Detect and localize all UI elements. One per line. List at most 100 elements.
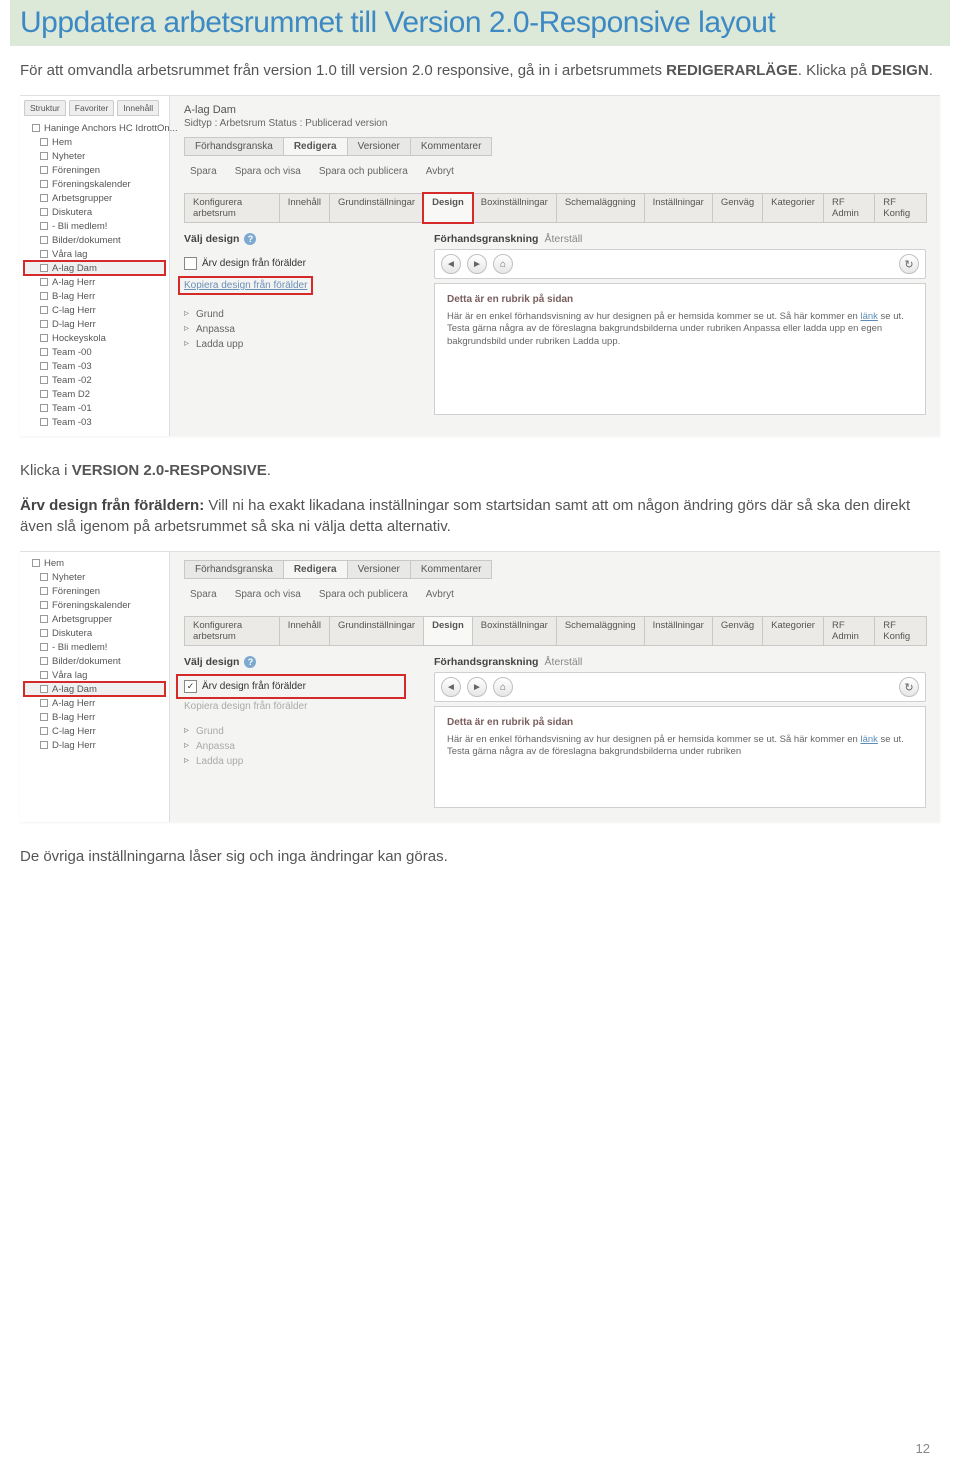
tree-item[interactable]: Våra lag: [24, 247, 165, 261]
save-show-button[interactable]: Spara och visa: [235, 166, 301, 177]
stab-rfkonfig[interactable]: RF Konfig: [874, 616, 927, 646]
tree-item[interactable]: Hem: [24, 135, 165, 149]
tree-tab-favoriter[interactable]: Favoriter: [69, 100, 115, 116]
preview-link[interactable]: länk: [860, 734, 877, 745]
help-icon[interactable]: ?: [244, 233, 256, 245]
stab-design[interactable]: Design: [423, 616, 473, 646]
home-icon[interactable]: ⌂: [493, 677, 513, 697]
tree-tab-struktur[interactable]: Struktur: [24, 100, 66, 116]
back-icon[interactable]: ◄: [441, 677, 461, 697]
tree-tab-innehall[interactable]: Innehåll: [117, 100, 159, 116]
tree-item[interactable]: Hockeyskola: [24, 331, 165, 345]
cancel-button[interactable]: Avbryt: [426, 166, 454, 177]
tab-kommentarer[interactable]: Kommentarer: [410, 560, 493, 579]
stab-innehall[interactable]: Innehåll: [279, 616, 330, 646]
tab-redigera[interactable]: Redigera: [283, 137, 348, 156]
stab-rfkonfig[interactable]: RF Konfig: [874, 193, 927, 223]
tree-item[interactable]: Bilder/dokument: [24, 233, 165, 247]
stab-kategorier[interactable]: Kategorier: [762, 193, 824, 223]
tree-item-selected[interactable]: A-lag Dam: [24, 261, 165, 275]
tree-item[interactable]: Team -02: [24, 373, 165, 387]
row-laddaupp[interactable]: Ladda upp: [184, 337, 404, 352]
tree-item[interactable]: Föreningskalender: [24, 598, 165, 612]
stab-design[interactable]: Design: [423, 193, 473, 223]
copy-design-link[interactable]: Kopiera design från förälder: [180, 278, 311, 293]
help-icon[interactable]: ?: [244, 656, 256, 668]
row-anpassa: Anpassa: [184, 739, 404, 754]
tree-item[interactable]: Nyheter: [24, 570, 165, 584]
back-icon[interactable]: ◄: [441, 254, 461, 274]
tree-root[interactable]: Haninge Anchors HC IdrottOn...: [24, 121, 165, 135]
tree-item[interactable]: Hem: [24, 556, 165, 570]
stab-install[interactable]: Inställningar: [644, 193, 713, 223]
tree-item[interactable]: A-lag Herr: [24, 275, 165, 289]
stab-rfadmin[interactable]: RF Admin: [823, 193, 875, 223]
inherit-design-row[interactable]: Ärv design från förälder: [184, 253, 404, 274]
row-grund[interactable]: Grund: [184, 307, 404, 322]
reset-link[interactable]: Återställ: [544, 656, 582, 668]
tree-item[interactable]: Arbetsgrupper: [24, 191, 165, 205]
preview-link[interactable]: länk: [860, 311, 877, 322]
tree-item[interactable]: B-lag Herr: [24, 710, 165, 724]
inherit-checkbox-checked[interactable]: ✓: [184, 680, 197, 693]
save-show-button[interactable]: Spara och visa: [235, 589, 301, 600]
tab-forhandsgranska[interactable]: Förhandsgranska: [184, 137, 284, 156]
tree-item[interactable]: Team -03: [24, 415, 165, 429]
row-anpassa[interactable]: Anpassa: [184, 322, 404, 337]
tree-item[interactable]: Team -01: [24, 401, 165, 415]
stab-genvag[interactable]: Genväg: [712, 616, 763, 646]
tree-item[interactable]: Team -00: [24, 345, 165, 359]
tree-item[interactable]: Bilder/dokument: [24, 654, 165, 668]
stab-schema[interactable]: Schemaläggning: [556, 616, 645, 646]
stab-konfigurera[interactable]: Konfigurera arbetsrum: [184, 193, 280, 223]
tree-item[interactable]: B-lag Herr: [24, 289, 165, 303]
tab-versioner[interactable]: Versioner: [347, 137, 411, 156]
home-icon[interactable]: ⌂: [493, 254, 513, 274]
save-publish-button[interactable]: Spara och publicera: [319, 166, 408, 177]
tree-item[interactable]: A-lag Herr: [24, 696, 165, 710]
tree-item[interactable]: Team -03: [24, 359, 165, 373]
tree-item[interactable]: D-lag Herr: [24, 738, 165, 752]
reset-link[interactable]: Återställ: [544, 233, 582, 245]
tab-forhandsgranska[interactable]: Förhandsgranska: [184, 560, 284, 579]
stab-rfadmin[interactable]: RF Admin: [823, 616, 875, 646]
stab-box[interactable]: Boxinställningar: [472, 616, 557, 646]
stab-install[interactable]: Inställningar: [644, 616, 713, 646]
forward-icon[interactable]: ►: [467, 677, 487, 697]
stab-box[interactable]: Boxinställningar: [472, 193, 557, 223]
tree-item[interactable]: Föreningen: [24, 584, 165, 598]
tree-item[interactable]: Våra lag: [24, 668, 165, 682]
tree-item[interactable]: Föreningen: [24, 163, 165, 177]
tab-kommentarer[interactable]: Kommentarer: [410, 137, 493, 156]
reload-icon[interactable]: ↻: [899, 677, 919, 697]
cancel-button[interactable]: Avbryt: [426, 589, 454, 600]
inherit-design-row[interactable]: ✓ Ärv design från förälder: [178, 676, 404, 697]
tree-item[interactable]: Team D2: [24, 387, 165, 401]
stab-konfigurera[interactable]: Konfigurera arbetsrum: [184, 616, 280, 646]
tree-item[interactable]: Nyheter: [24, 149, 165, 163]
tree-item[interactable]: - Bli medlem!: [24, 219, 165, 233]
tree-item[interactable]: C-lag Herr: [24, 303, 165, 317]
reload-icon[interactable]: ↻: [899, 254, 919, 274]
stab-grund[interactable]: Grundinställningar: [329, 616, 424, 646]
stab-genvag[interactable]: Genväg: [712, 193, 763, 223]
stab-innehall[interactable]: Innehåll: [279, 193, 330, 223]
tab-redigera[interactable]: Redigera: [283, 560, 348, 579]
save-button[interactable]: Spara: [190, 166, 217, 177]
tree-item[interactable]: Diskutera: [24, 626, 165, 640]
forward-icon[interactable]: ►: [467, 254, 487, 274]
tree-item[interactable]: D-lag Herr: [24, 317, 165, 331]
save-publish-button[interactable]: Spara och publicera: [319, 589, 408, 600]
inherit-checkbox[interactable]: [184, 257, 197, 270]
tree-item[interactable]: - Bli medlem!: [24, 640, 165, 654]
tree-item[interactable]: Diskutera: [24, 205, 165, 219]
stab-schema[interactable]: Schemaläggning: [556, 193, 645, 223]
stab-grund[interactable]: Grundinställningar: [329, 193, 424, 223]
tree-item[interactable]: Arbetsgrupper: [24, 612, 165, 626]
tree-item-selected[interactable]: A-lag Dam: [24, 682, 165, 696]
save-button[interactable]: Spara: [190, 589, 217, 600]
tab-versioner[interactable]: Versioner: [347, 560, 411, 579]
tree-item[interactable]: C-lag Herr: [24, 724, 165, 738]
tree-item[interactable]: Föreningskalender: [24, 177, 165, 191]
stab-kategorier[interactable]: Kategorier: [762, 616, 824, 646]
